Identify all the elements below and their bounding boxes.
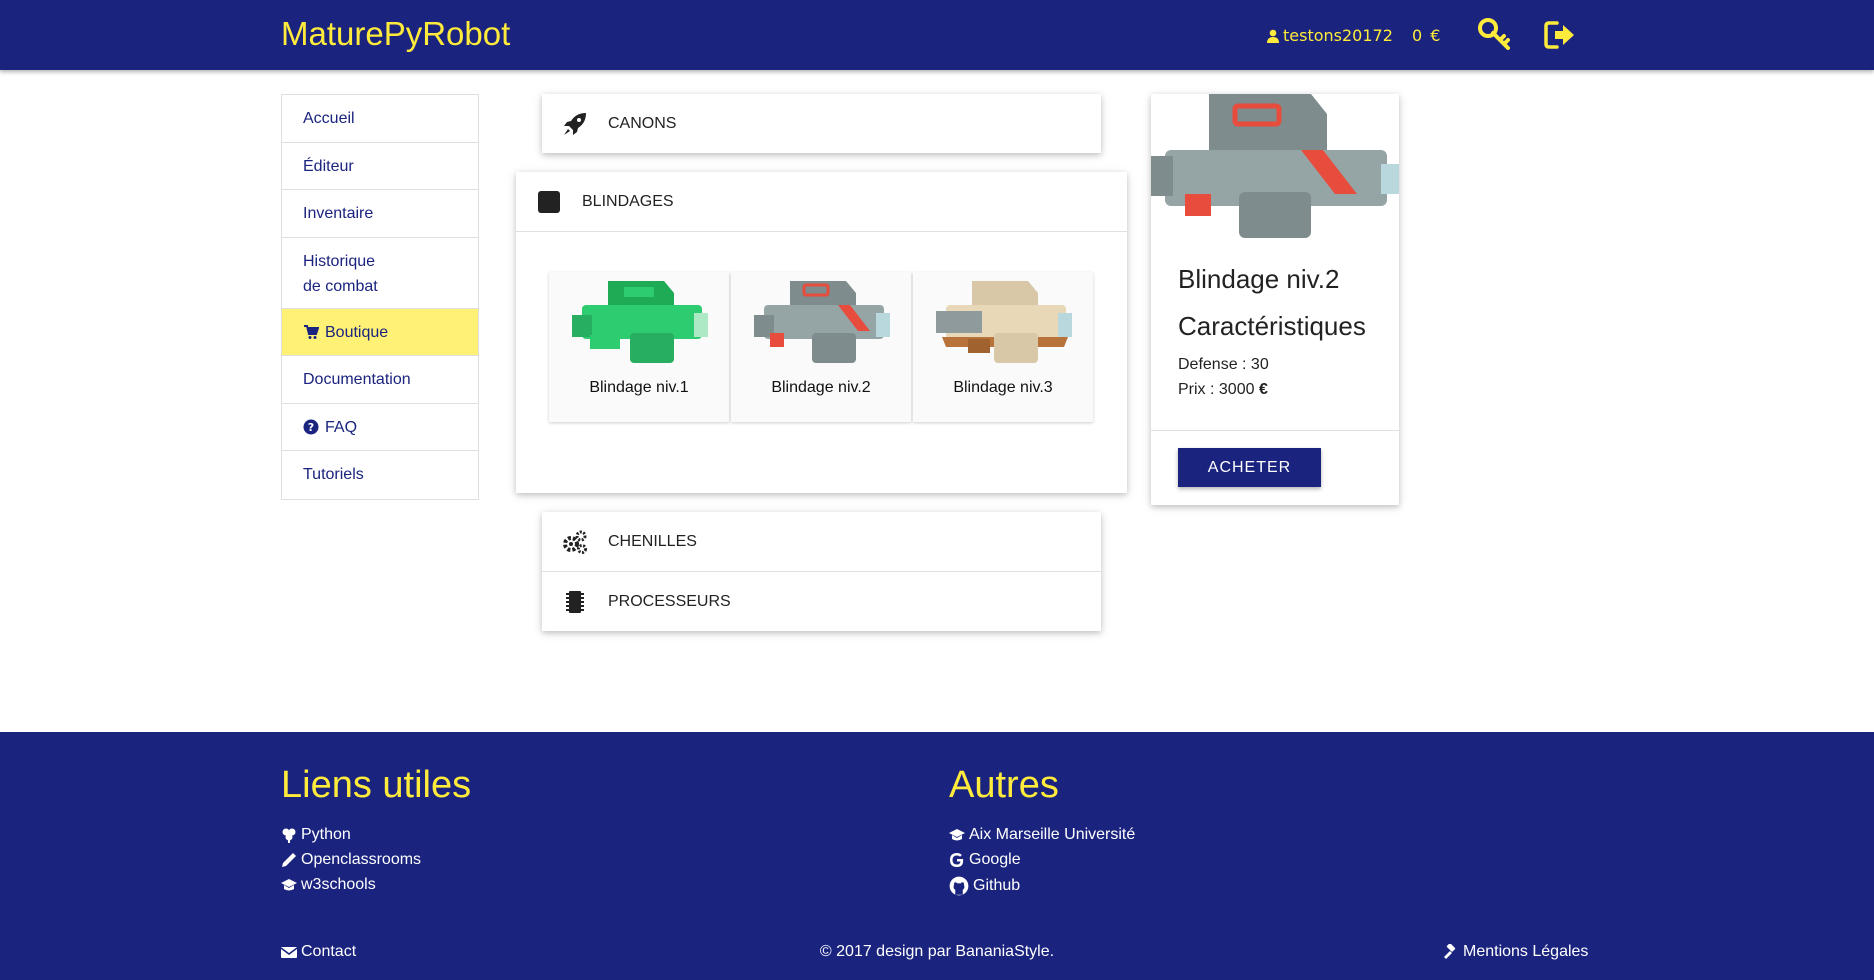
github-icon — [949, 876, 969, 896]
python-icon — [282, 828, 296, 843]
google-icon — [950, 853, 964, 867]
sidebar-item-label: Documentation — [303, 371, 411, 388]
detail-defense: Defense : 30 — [1178, 356, 1269, 373]
footer-link-github[interactable]: Github — [949, 876, 1020, 896]
shop-item-blindage-3[interactable]: Blindage niv.3 — [913, 272, 1093, 422]
sidebar-item-boutique[interactable]: Boutique — [282, 308, 478, 356]
cart-icon — [304, 325, 319, 340]
sidebar-item-label: Historique — [303, 252, 376, 270]
sidebar-item-label: FAQ — [325, 418, 358, 436]
armor-thumbnail — [572, 281, 708, 363]
pencil-icon — [282, 853, 296, 867]
category-header-processeurs[interactable]: PROCESSEURS — [542, 572, 1101, 631]
sidebar-item-historique[interactable]: Historique de combat — [282, 238, 478, 309]
footer-link-google[interactable]: Google — [949, 851, 1021, 869]
footer-link-amu[interactable]: Aix Marseille Université — [949, 826, 1135, 844]
sidebar-item-documentation[interactable]: Documentation — [282, 356, 478, 404]
footer-link-w3schools[interactable]: w3schools — [281, 876, 376, 894]
sidebar-item-faq[interactable]: ? FAQ — [282, 404, 478, 451]
category-header-canons[interactable]: CANONS — [542, 94, 1101, 153]
category-label: BLINDAGES — [582, 192, 674, 210]
item-detail-card: Blindage niv.2 Caractéristiques Defense … — [1151, 94, 1399, 505]
sidebar-item-label: Éditeur — [303, 157, 354, 175]
user-icon — [1267, 29, 1279, 43]
top-navbar: MaturePyRobot testons20172 0 € — [0, 0, 1874, 70]
footer-link-label: Google — [969, 851, 1021, 868]
key-icon[interactable] — [1478, 18, 1512, 52]
username-label: testons20172 — [1283, 26, 1393, 45]
buy-button[interactable]: ACHETER — [1178, 448, 1321, 487]
detail-divider — [1151, 430, 1399, 431]
sidebar-item-label: de combat — [303, 277, 378, 295]
category-label: CANONS — [608, 114, 677, 132]
svg-text:?: ? — [308, 421, 314, 434]
sidebar-item-tutoriels[interactable]: Tutoriels — [282, 451, 478, 499]
footer-copyright: © 2017 design par BananiaStyle. — [819, 943, 1055, 960]
sidebar-item-label: Tutoriels — [303, 466, 364, 483]
footer-link-label: Github — [973, 877, 1021, 894]
footer-link-label: Python — [301, 826, 351, 843]
category-divider — [516, 231, 1127, 232]
armor-preview-image — [1151, 94, 1399, 238]
sidebar-item-label: Inventaire — [303, 205, 374, 222]
balance-currency: € — [1430, 26, 1441, 45]
item-label: Blindage niv.1 — [589, 379, 689, 396]
gears-icon — [563, 530, 587, 554]
rocket-icon — [564, 112, 586, 135]
sidebar-nav: Accueil Éditeur Inventaire Historique de … — [281, 94, 479, 500]
graduation-cap-icon — [949, 829, 965, 841]
balance-value: 0 — [1412, 26, 1423, 45]
sidebar-item-label: Accueil — [303, 110, 355, 127]
footer-legal-link[interactable]: Mentions Légales — [1443, 943, 1588, 961]
logout-icon[interactable] — [1543, 18, 1577, 52]
detail-price: Prix : 3000 € — [1178, 381, 1268, 399]
category-header-chenilles[interactable]: CHENILLES — [542, 512, 1101, 571]
chip-icon — [566, 590, 584, 613]
graduation-cap-icon — [281, 879, 297, 891]
user-account[interactable]: testons20172 — [1267, 26, 1393, 45]
footer-link-label: w3schools — [301, 876, 376, 893]
sidebar-item-editeur[interactable]: Éditeur — [282, 143, 478, 190]
price-label: Prix : 3000 — [1178, 381, 1255, 398]
detail-title: Blindage niv.2 — [1178, 264, 1340, 294]
footer-link-label: Aix Marseille Université — [969, 826, 1136, 843]
footer-others-title: Autres — [949, 764, 1059, 806]
armor-thumbnail — [936, 281, 1072, 363]
gavel-icon — [1444, 944, 1456, 959]
category-group-bottom: CHENILLES PROCESSEURS — [542, 512, 1101, 631]
category-header-blindages[interactable]: BLINDAGES — [516, 172, 1127, 231]
shop-item-blindage-1[interactable]: Blindage niv.1 — [549, 272, 729, 422]
square-icon — [538, 190, 560, 213]
armor-thumbnail — [754, 281, 890, 363]
footer-useful-links-title: Liens utiles — [281, 764, 472, 806]
footer-link-label: Openclassrooms — [301, 851, 422, 868]
brand-logo[interactable]: MaturePyRobot — [281, 15, 510, 53]
balance-display: 0 € — [1412, 26, 1440, 45]
price-currency: € — [1258, 381, 1268, 398]
category-canons: CANONS — [542, 94, 1101, 153]
item-label: Blindage niv.3 — [953, 379, 1053, 396]
detail-subtitle: Caractéristiques — [1178, 311, 1366, 341]
item-label: Blindage niv.2 — [771, 379, 871, 396]
footer-link-openclassrooms[interactable]: Openclassrooms — [281, 851, 421, 869]
footer-link-python[interactable]: Python — [281, 826, 351, 844]
footer-link-label: Mentions Légales — [1463, 943, 1589, 960]
sidebar-item-label: Boutique — [325, 323, 389, 341]
category-label: PROCESSEURS — [608, 592, 731, 610]
sidebar-item-inventaire[interactable]: Inventaire — [282, 190, 478, 238]
shop-item-blindage-2[interactable]: Blindage niv.2 — [731, 272, 911, 422]
question-circle-icon: ? — [303, 419, 319, 435]
category-label: CHENILLES — [608, 532, 697, 550]
sidebar-item-accueil[interactable]: Accueil — [282, 95, 478, 143]
